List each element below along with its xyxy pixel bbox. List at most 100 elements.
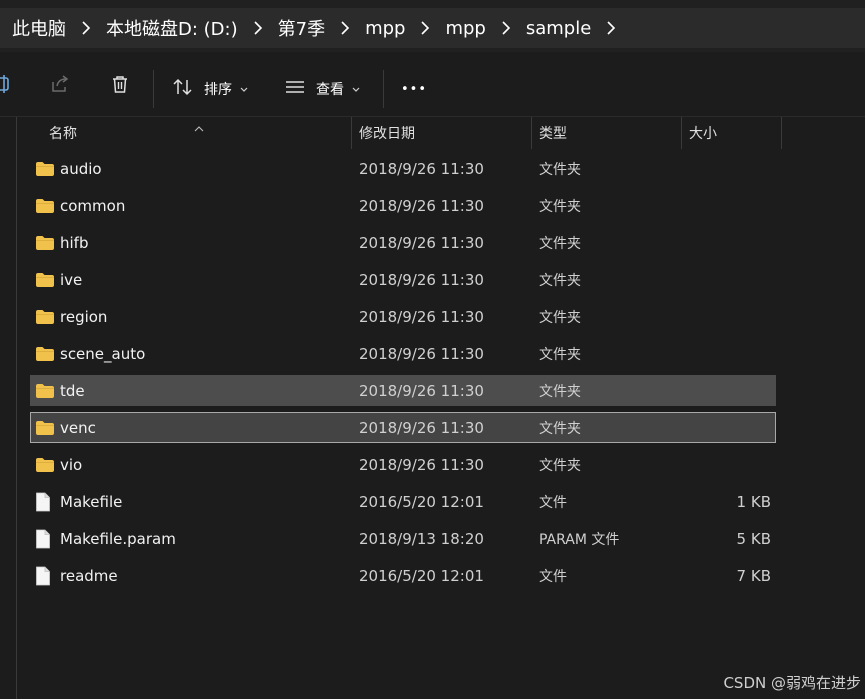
file-type: 文件夹 <box>539 420 581 437</box>
file-row-common[interactable]: common 2018/9/26 11:30 文件夹 <box>30 190 776 221</box>
breadcrumb[interactable]: 此电脑 本地磁盘D: (D:) 第7季 mpp mpp sample <box>0 8 865 48</box>
file-type: 文件夹 <box>539 235 581 252</box>
file-name: audio <box>60 159 102 178</box>
view-icon <box>284 77 306 101</box>
file-icon <box>35 561 57 590</box>
file-name: ive <box>60 270 83 289</box>
chevron-right-icon[interactable] <box>405 8 445 48</box>
file-row-venc[interactable]: venc 2018/9/26 11:30 文件夹 <box>30 412 776 443</box>
file-row-tde[interactable]: tde 2018/9/26 11:30 文件夹 <box>30 375 776 406</box>
file-modified-date: 2018/9/26 11:30 <box>359 307 484 326</box>
file-list-pane: 名称 修改日期 类型 大小 audio 2018/9/26 11:30 文件夹 com… <box>0 117 865 699</box>
file-modified-date: 2018/9/26 11:30 <box>359 159 484 178</box>
breadcrumb-item-mpp-2[interactable]: mpp <box>445 8 525 48</box>
breadcrumb-label: mpp <box>445 17 486 39</box>
view-menu-button[interactable]: 查看 <box>284 74 360 104</box>
breadcrumb-item-sample[interactable]: sample <box>526 8 631 48</box>
chevron-right-icon[interactable] <box>486 8 526 48</box>
delete-icon[interactable] <box>106 70 134 98</box>
file-row-hifb[interactable]: hifb 2018/9/26 11:30 文件夹 <box>30 227 776 258</box>
folder-icon <box>35 339 57 368</box>
breadcrumb-label: 此电脑 <box>12 19 66 40</box>
sort-label: 排序 <box>204 82 232 98</box>
file-row-region[interactable]: region 2018/9/26 11:30 文件夹 <box>30 301 776 332</box>
rename-icon[interactable] <box>0 70 16 98</box>
sort-menu-button[interactable]: 排序 <box>172 74 248 104</box>
file-name: common <box>60 196 126 215</box>
file-name: venc <box>60 418 96 437</box>
more-icon: ••• <box>401 81 428 97</box>
file-size: 1 KB <box>736 492 771 511</box>
chevron-right-icon[interactable] <box>238 8 278 48</box>
column-divider[interactable] <box>531 117 532 149</box>
toolbar-divider <box>153 70 154 108</box>
file-modified-date: 2018/9/26 11:30 <box>359 233 484 252</box>
file-row-ive[interactable]: ive 2018/9/26 11:30 文件夹 <box>30 264 776 295</box>
file-row-audio[interactable]: audio 2018/9/26 11:30 文件夹 <box>30 153 776 184</box>
breadcrumb-item-drive-d[interactable]: 本地磁盘D: (D:) <box>106 8 278 48</box>
column-header-label: 修改日期 <box>359 126 415 142</box>
breadcrumb-item-this-pc[interactable]: 此电脑 <box>0 8 106 48</box>
file-type: PARAM 文件 <box>539 531 620 548</box>
column-header-type[interactable]: 类型 <box>539 117 679 149</box>
breadcrumb-label: mpp <box>365 17 406 39</box>
file-type: 文件夹 <box>539 198 581 215</box>
file-name: Makefile <box>60 492 123 511</box>
file-modified-date: 2018/9/26 11:30 <box>359 455 484 474</box>
command-bar: 排序 查看 ••• <box>0 52 865 117</box>
file-row-makefile-param[interactable]: Makefile.param 2018/9/13 18:20 PARAM 文件 5 K… <box>30 523 776 554</box>
file-name: readme <box>60 566 118 585</box>
column-header-label: 类型 <box>539 126 567 142</box>
file-modified-date: 2016/5/20 12:01 <box>359 566 484 585</box>
address-bar: 此电脑 本地磁盘D: (D:) 第7季 mpp mpp sample <box>0 0 865 52</box>
file-modified-date: 2018/9/26 11:30 <box>359 196 484 215</box>
file-name: scene_auto <box>60 344 146 363</box>
file-icon <box>35 487 57 516</box>
file-type: 文件夹 <box>539 272 581 289</box>
file-modified-date: 2018/9/26 11:30 <box>359 381 484 400</box>
file-size: 5 KB <box>736 529 771 548</box>
file-row-vio[interactable]: vio 2018/9/26 11:30 文件夹 <box>30 449 776 480</box>
file-row-makefile[interactable]: Makefile 2016/5/20 12:01 文件 1 KB <box>30 486 776 517</box>
file-type: 文件夹 <box>539 346 581 363</box>
sort-icon <box>172 77 194 101</box>
chevron-right-icon[interactable] <box>66 8 106 48</box>
file-name: vio <box>60 455 83 474</box>
column-header-label: 名称 <box>49 126 77 142</box>
folder-icon <box>35 154 57 183</box>
column-header-label: 大小 <box>689 126 717 142</box>
column-header-size[interactable]: 大小 <box>689 117 779 149</box>
file-type: 文件夹 <box>539 161 581 178</box>
folder-icon <box>35 228 57 257</box>
breadcrumb-label: 第7季 <box>277 19 326 40</box>
file-name: Makefile.param <box>60 529 176 548</box>
more-options-button[interactable]: ••• <box>401 74 427 104</box>
column-header-name[interactable]: 名称 <box>49 117 349 149</box>
folder-icon <box>35 450 57 479</box>
chevron-down-icon <box>240 81 248 97</box>
folder-icon <box>35 302 57 331</box>
breadcrumb-item-season-7[interactable]: 第7季 <box>278 8 365 48</box>
folder-icon <box>35 191 57 220</box>
column-divider[interactable] <box>681 117 682 149</box>
share-icon[interactable] <box>46 70 74 98</box>
file-type: 文件 <box>539 568 567 585</box>
column-divider[interactable] <box>781 117 782 149</box>
chevron-right-icon[interactable] <box>591 8 631 48</box>
file-name: hifb <box>60 233 89 252</box>
column-header-date[interactable]: 修改日期 <box>359 117 529 149</box>
file-name: region <box>60 307 108 326</box>
column-divider[interactable] <box>351 117 352 149</box>
column-header-row: 名称 修改日期 类型 大小 <box>17 117 865 149</box>
file-row-scene-auto[interactable]: scene_auto 2018/9/26 11:30 文件夹 <box>30 338 776 369</box>
file-type: 文件夹 <box>539 383 581 400</box>
file-rows: audio 2018/9/26 11:30 文件夹 common 2018/9/26 1… <box>30 153 778 597</box>
chevron-right-icon[interactable] <box>325 8 365 48</box>
file-modified-date: 2016/5/20 12:01 <box>359 492 484 511</box>
folder-icon <box>35 265 57 294</box>
file-row-readme[interactable]: readme 2016/5/20 12:01 文件 7 KB <box>30 560 776 591</box>
breadcrumb-item-mpp-1[interactable]: mpp <box>365 8 445 48</box>
file-type: 文件 <box>539 494 567 511</box>
view-label: 查看 <box>316 82 344 98</box>
file-modified-date: 2018/9/26 11:30 <box>359 344 484 363</box>
